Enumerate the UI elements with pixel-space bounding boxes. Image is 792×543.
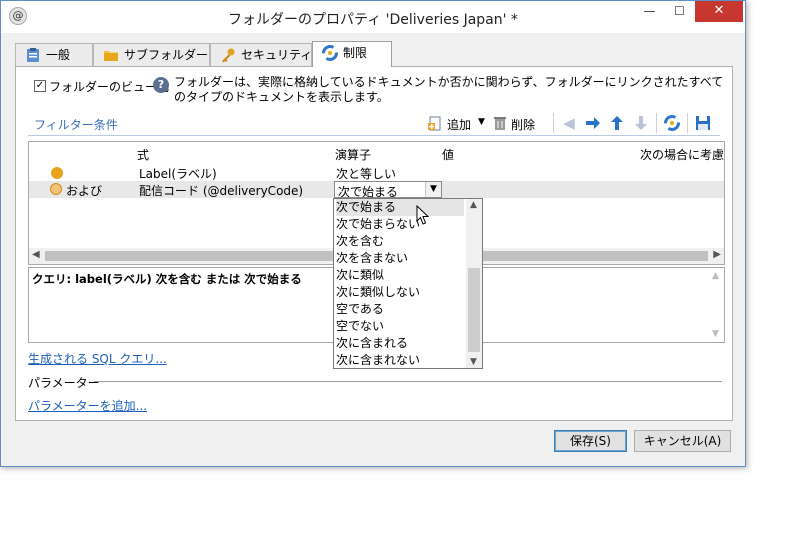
cancel-button[interactable]: キャンセル(A) <box>634 430 731 452</box>
add-dropdown-icon[interactable]: ▼ <box>478 117 485 127</box>
folder-view-checkbox[interactable]: ✓ <box>34 80 46 92</box>
dropdown-option[interactable]: 次で始まる <box>336 199 464 216</box>
filter-conditions-title: フィルター条件 <box>34 118 118 132</box>
toolbar-separator <box>553 113 554 133</box>
folder-icon <box>104 51 118 61</box>
restriction-icon <box>322 45 338 61</box>
operator-combobox[interactable]: 次で始まる ▼ <box>334 181 442 199</box>
chevron-down-icon[interactable]: ▼ <box>425 182 441 197</box>
move-up-icon[interactable] <box>608 114 626 132</box>
add-parameter-link[interactable]: パラメーターを追加... <box>28 397 147 414</box>
dropdown-option[interactable]: 次に含まれない <box>336 352 420 369</box>
scroll-down-icon[interactable]: ▼ <box>712 329 719 339</box>
save-disk-icon[interactable] <box>694 114 712 132</box>
parameters-label: パラメーター <box>28 376 100 390</box>
move-left-icon[interactable]: ◀ <box>560 114 578 132</box>
tab-label: セキュリティ <box>241 48 313 62</box>
window-title: フォルダーのプロパティ 'Deliveries Japan' * <box>228 12 518 28</box>
save-button[interactable]: 保存(S) <box>554 430 627 452</box>
folder-view-info: フォルダーは、実際に格納しているドキュメントか否かに関わらず、フォルダーにリンク… <box>174 75 724 104</box>
tab-restriction[interactable]: 制限 <box>312 41 392 67</box>
delete-button[interactable]: 削除 <box>511 116 535 133</box>
operator-dropdown-list[interactable]: 次で始まる 次で始まらない 次を含む 次を含まない 次に類似 次に類似しない 空… <box>333 198 483 369</box>
dropdown-option[interactable]: 空でない <box>336 318 384 335</box>
scroll-right-icon[interactable]: ▶ <box>713 249 721 260</box>
scrollbar-thumb[interactable] <box>468 268 480 352</box>
maximize-button[interactable]: ☐ <box>665 1 694 22</box>
move-right-icon[interactable] <box>584 114 602 132</box>
add-icon[interactable] <box>426 114 444 132</box>
close-button[interactable]: ✕ <box>695 1 743 22</box>
tab-label: 一般 <box>46 48 71 62</box>
dropdown-option[interactable]: 次を含む <box>336 233 384 250</box>
toolbar-separator <box>656 113 657 133</box>
filter-title-underline <box>28 135 720 136</box>
toolbar-separator <box>687 113 688 133</box>
dropdown-scrollbar[interactable]: ▲ ▼ <box>466 199 482 368</box>
dropdown-option[interactable]: 次に含まれる <box>336 335 408 352</box>
move-down-icon[interactable] <box>632 114 650 132</box>
scroll-up-icon[interactable]: ▲ <box>712 271 719 281</box>
table-row[interactable]: および 配信コード (@deliveryCode) 次で始まる ▼ <box>29 181 724 199</box>
condition-dot-icon <box>51 167 63 179</box>
mouse-cursor-icon <box>416 205 430 225</box>
scroll-left-icon[interactable]: ◀ <box>32 249 40 260</box>
add-button[interactable]: 追加 <box>447 116 471 133</box>
folder-view-label[interactable]: フォルダーのビュー化 <box>49 78 169 95</box>
dropdown-option[interactable]: 空である <box>336 301 384 318</box>
tab-label: 制限 <box>343 46 368 60</box>
title-bar: @ フォルダーのプロパティ 'Deliveries Japan' * — ☐ ✕ <box>1 1 745 33</box>
clipboard-icon <box>27 48 39 62</box>
dropdown-option[interactable]: 次を含まない <box>336 250 408 267</box>
row-prefix: および <box>66 184 103 198</box>
column-header-condition[interactable]: 次の場合に考慮 <box>640 146 724 163</box>
tab-general[interactable]: 一般 <box>15 43 93 66</box>
column-header-expression[interactable]: 式 <box>137 146 149 163</box>
column-header-operator[interactable]: 演算子 <box>335 146 371 163</box>
help-icon: ? <box>153 77 169 93</box>
row-expression: Label(ラベル) <box>139 167 217 181</box>
distribution-icon[interactable] <box>663 114 681 132</box>
vertical-scrollbar[interactable]: ▲ ▼ <box>709 269 723 341</box>
scroll-up-icon[interactable]: ▲ <box>470 200 477 210</box>
and-condition-icon <box>50 183 62 195</box>
dropdown-option[interactable]: 次で始まらない <box>336 216 420 233</box>
tab-security[interactable]: セキュリティ <box>210 43 312 66</box>
generated-sql-link[interactable]: 生成される SQL クエリ... <box>28 350 167 367</box>
trash-icon[interactable] <box>491 114 509 132</box>
column-header-value[interactable]: 値 <box>442 146 454 163</box>
dropdown-option[interactable]: 次に類似 <box>336 267 384 284</box>
tab-label: サブフォルダー <box>124 48 209 62</box>
query-text: クエリ: label(ラベル) 次を含む または 次で始まる <box>32 272 302 286</box>
row-operator: 次と等しい <box>336 167 397 181</box>
key-icon <box>222 48 235 63</box>
row-expression: 配信コード (@deliveryCode) <box>139 184 304 198</box>
minimize-button[interactable]: — <box>635 1 664 22</box>
scroll-down-icon[interactable]: ▼ <box>470 357 477 367</box>
dropdown-option[interactable]: 次に類似しない <box>336 284 420 301</box>
tab-subfolders[interactable]: サブフォルダー <box>93 43 210 66</box>
parameters-divider <box>94 381 722 382</box>
table-row[interactable]: Label(ラベル) 次と等しい <box>29 164 724 181</box>
